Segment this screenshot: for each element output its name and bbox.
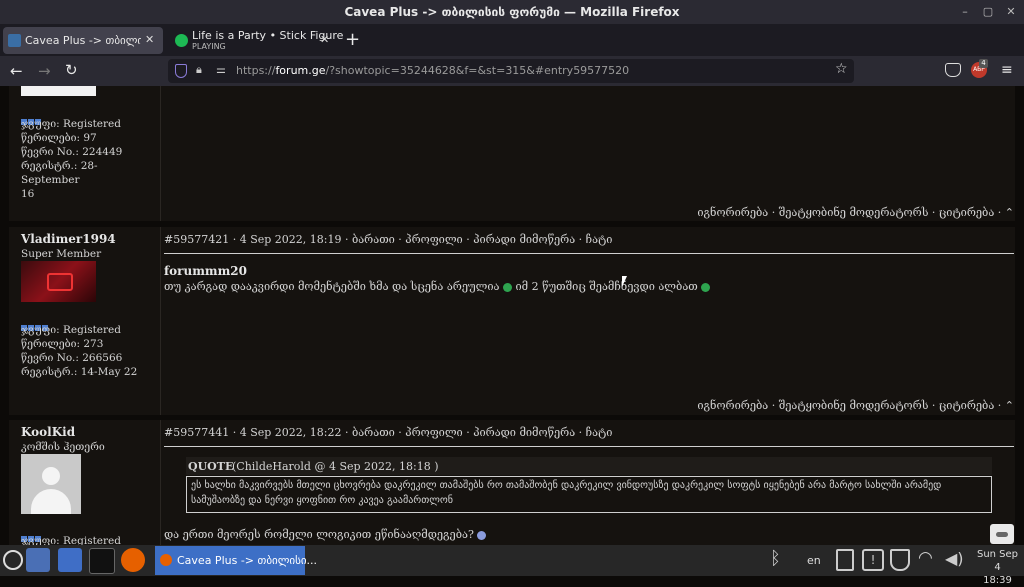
user-group: ჯგუფი: Registered	[21, 118, 121, 130]
tab-label: Cavea Plus -> თბილისის ფ	[25, 34, 141, 47]
wifi-icon[interactable]: ◠	[918, 548, 933, 568]
scroll-top-button[interactable]	[990, 524, 1014, 544]
rank-pips	[21, 527, 42, 542]
post-divider	[160, 420, 161, 545]
shield-icon[interactable]	[890, 549, 910, 571]
avatar-head-icon	[42, 467, 60, 485]
taskbar-window-label: Cavea Plus -> თბილისი...	[177, 554, 318, 567]
user-registered-cont: 16	[21, 188, 35, 200]
user-registered: რეგისტრ.: 14-May 22	[21, 366, 138, 378]
user-group: ჯგუფი: Registered	[21, 535, 121, 545]
post-meta[interactable]: #59577421 · 4 Sep 2022, 18:19 · ბარათი ·…	[164, 233, 612, 246]
post-actions[interactable]: იგნორირება · შეატყობინე მოდერატორს · ციტ…	[164, 206, 1014, 219]
mouse-cursor-icon	[622, 276, 627, 287]
aorus-logo-icon	[47, 273, 73, 291]
rank-pips	[21, 110, 42, 125]
user-group: ჯგუფი: Registered	[21, 324, 121, 336]
avatar	[21, 454, 81, 514]
new-tab-icon[interactable]: +	[345, 29, 360, 50]
avatar-body-icon	[31, 489, 71, 514]
close-tab-icon[interactable]: ✕	[320, 33, 329, 46]
firefox-icon	[160, 554, 172, 566]
terminal-icon[interactable]	[89, 548, 115, 574]
post-separator	[164, 446, 1014, 447]
quote-body: ეს ხალხი მაკვირვებს მთელი ცხოვრება დაკრე…	[186, 476, 992, 513]
url-bar[interactable]: 🔒︎ ⚌ https://forum.ge/?showtopic=3524462…	[168, 59, 854, 83]
post-separator	[164, 253, 1014, 254]
files-icon[interactable]	[58, 548, 82, 572]
firefox-icon[interactable]	[121, 548, 145, 572]
back-icon[interactable]: ←	[10, 62, 23, 80]
reload-icon[interactable]: ↻	[65, 61, 78, 79]
user-post-count: წერილები: 273	[21, 338, 104, 350]
rank-pips	[21, 316, 49, 331]
smiley-icon	[701, 282, 711, 292]
post-meta[interactable]: #59577441 · 4 Sep 2022, 18:22 · ბარათი ·…	[164, 426, 612, 439]
post-divider	[160, 227, 161, 415]
spotify-icon	[175, 34, 188, 47]
post-author[interactable]: Vladimer1994	[21, 232, 116, 246]
toggle-icon	[996, 532, 1008, 537]
post-divider	[160, 86, 161, 221]
smiley-icon	[503, 282, 513, 292]
mint-menu-icon[interactable]	[3, 550, 23, 570]
user-info: ჯგუფი: Registered წერილები: 97 წევრი No.…	[21, 117, 156, 201]
tab-sublabel: PLAYING	[192, 42, 226, 51]
post-body: და ერთი მეორეს რომელი ლოგიკით ეწინააღმდე…	[164, 528, 487, 541]
show-desktop-icon[interactable]	[26, 548, 50, 572]
update-manager-icon[interactable]: !	[862, 549, 884, 571]
clipboard-icon[interactable]	[836, 549, 854, 571]
close-tab-icon[interactable]: ✕	[145, 33, 154, 46]
keyboard-layout[interactable]: en	[807, 554, 821, 567]
extension-badge: 4	[979, 59, 988, 68]
shield-icon[interactable]	[175, 64, 187, 78]
tab-spotify[interactable]: Life is a Party • Stick Figure PLAYING ✕	[170, 27, 343, 54]
window-title: Cavea Plus -> თბილისის ფორუმი — Mozilla …	[344, 5, 680, 19]
post-actions[interactable]: იგნორირება · შეატყობინე მოდერატორს · ციტ…	[164, 399, 1014, 412]
user-post-count: წერილები: 97	[21, 132, 97, 144]
post-body: თუ კარგად დააკვირდი მომენტებში ხმა და სც…	[164, 280, 711, 293]
clock[interactable]: Sun Sep 4 18:39	[975, 548, 1020, 587]
mention-name: forummm20	[164, 264, 248, 278]
tab-cavea[interactable]: Cavea Plus -> თბილისის ფ ✕	[3, 27, 163, 54]
user-rank: Super Member	[21, 248, 102, 260]
smiley-icon	[477, 530, 487, 540]
maximize-icon[interactable]: ▢	[981, 5, 995, 19]
forward-icon[interactable]: →	[38, 62, 51, 80]
user-member-no: წევრი No.: 266566	[21, 352, 123, 364]
avatar	[21, 86, 96, 96]
user-member-no: წევრი No.: 224449	[21, 146, 123, 158]
window-titlebar: Cavea Plus -> თბილისის ფორუმი — Mozilla …	[0, 0, 1024, 24]
user-info: ჯგუფი: Registered წერილები: 273 წევრი No…	[21, 323, 156, 379]
forum-favicon-icon	[8, 34, 21, 47]
bookmark-star-icon[interactable]: ☆	[835, 61, 848, 77]
pocket-icon[interactable]	[945, 63, 961, 77]
close-window-icon[interactable]: ✕	[1004, 5, 1018, 19]
quote-header: QUOTE (ChildeHarold @ 4 Sep 2022, 18:18 …	[186, 457, 992, 475]
user-registered: რეგისტრ.: 28-September	[21, 160, 98, 186]
avatar	[21, 261, 96, 302]
url-text[interactable]: https://forum.ge/?showtopic=35244628&f=&…	[236, 64, 629, 77]
taskbar-window-firefox[interactable]: Cavea Plus -> თბილისი...	[155, 546, 317, 575]
user-rank: კომშის ჰეთერი	[21, 441, 105, 453]
minimize-icon[interactable]: –	[958, 5, 972, 19]
permissions-icon[interactable]: ⚌	[216, 63, 226, 76]
menu-icon[interactable]: ≡	[1001, 62, 1013, 78]
bluetooth-icon[interactable]: ᛒ	[770, 548, 781, 569]
lock-icon[interactable]: 🔒︎	[196, 63, 202, 77]
post-author[interactable]: KoolKid	[21, 425, 75, 439]
volume-icon[interactable]: ◀)	[945, 549, 964, 568]
